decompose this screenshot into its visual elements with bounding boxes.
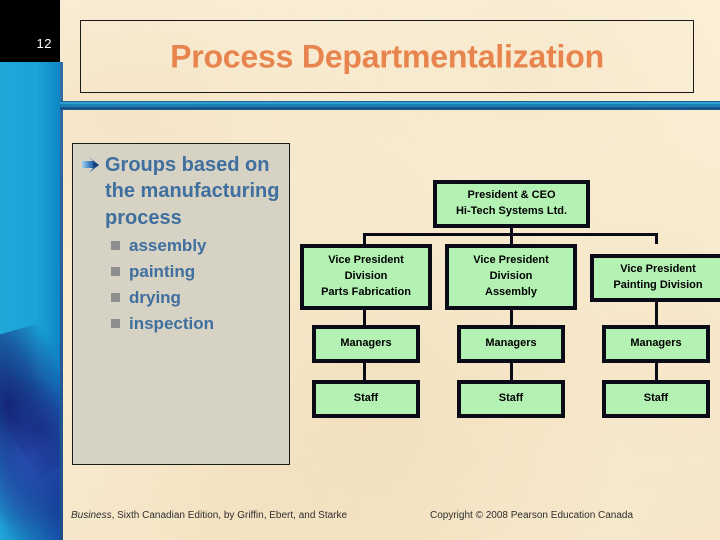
- connector-mgr3-to-staff: [655, 363, 658, 380]
- org-node-vp-parts-fabrication: Vice President Division Parts Fabricatio…: [300, 244, 432, 310]
- square-bullet-icon: [111, 293, 120, 303]
- connector-mgr1-to-staff: [363, 363, 366, 380]
- connector-vp3-drop: [655, 233, 658, 244]
- bullet-list: Groups based on the manufacturing proces…: [81, 152, 285, 341]
- org-node-line: Parts Fabrication: [321, 285, 411, 298]
- org-node-line: Vice President: [473, 254, 549, 267]
- org-node-managers-2: Managers: [457, 325, 565, 363]
- title-frame: Process Departmentalization: [80, 20, 694, 93]
- org-node-line: Painting Division: [613, 279, 703, 291]
- main-bullet-text: Groups based on the manufacturing proces…: [105, 154, 280, 229]
- org-node-line: Managers: [485, 337, 537, 350]
- connector-vp1-to-mgr: [363, 310, 366, 325]
- list-item: assembly: [111, 237, 285, 254]
- rail-edge-divider: [60, 62, 63, 540]
- sub-bullet-label: drying: [129, 288, 181, 308]
- sub-bullet-label: painting: [129, 262, 196, 282]
- footer-copyright: Copyright © 2008 Pearson Education Canad…: [430, 510, 634, 521]
- connector-vp2-to-mgr: [510, 310, 513, 325]
- connector-vp2-drop: [510, 233, 513, 244]
- list-item: drying: [111, 289, 285, 306]
- org-node-line: Staff: [643, 392, 669, 405]
- org-node-managers-3: Managers: [602, 325, 710, 363]
- list-item: inspection: [111, 315, 285, 332]
- org-node-line: Staff: [353, 392, 379, 405]
- org-node-line: Assembly: [485, 285, 537, 298]
- org-node-line: Managers: [630, 337, 682, 350]
- square-bullet-icon: [111, 267, 120, 277]
- org-node-staff-1: Staff: [312, 380, 420, 418]
- org-chart: President & CEO Hi-Tech Systems Ltd. Vic…: [290, 170, 720, 430]
- org-node-line: Vice President: [328, 254, 404, 267]
- org-node-line: Hi-Tech Systems Ltd.: [455, 205, 568, 217]
- org-node-line: President & CEO: [467, 189, 556, 202]
- decorative-left-rail: [0, 62, 60, 540]
- connector-mgr2-to-staff: [510, 363, 513, 380]
- org-node-line: Division: [344, 270, 388, 283]
- org-node-president: President & CEO Hi-Tech Systems Ltd.: [433, 180, 590, 228]
- main-bullet-item: Groups based on the manufacturing proces…: [81, 152, 285, 231]
- footer-source-title: Business: [71, 510, 112, 521]
- sub-bullet-label: inspection: [129, 314, 215, 334]
- org-node-staff-3: Staff: [602, 380, 710, 418]
- square-bullet-icon: [111, 319, 120, 329]
- sub-bullet-label: assembly: [129, 236, 207, 256]
- square-bullet-icon: [111, 241, 120, 251]
- org-node-line: Vice President: [620, 263, 696, 276]
- connector-vp3-to-mgr: [655, 302, 658, 325]
- content-panel: Groups based on the manufacturing proces…: [72, 143, 290, 465]
- org-node-line: Division: [489, 270, 533, 283]
- org-node-staff-2: Staff: [457, 380, 565, 418]
- footer-source-rest: , Sixth Canadian Edition, by Griffin, Eb…: [111, 510, 348, 521]
- sub-bullet-list: assembly painting drying inspection: [111, 237, 285, 332]
- list-item: painting: [111, 263, 285, 280]
- arrow-bullet-icon: [81, 152, 103, 180]
- slide-number-block: [0, 0, 60, 62]
- connector-vp1-drop: [363, 233, 366, 244]
- title-divider: [60, 101, 720, 110]
- page-title: Process Departmentalization: [170, 38, 604, 74]
- org-node-line: Managers: [340, 337, 392, 350]
- slide-canvas: 12 Process Departmentalization Groups ba…: [0, 0, 720, 540]
- org-node-vp-assembly: Vice President Division Assembly: [445, 244, 577, 310]
- org-node-managers-1: Managers: [312, 325, 420, 363]
- org-node-line: Staff: [498, 392, 524, 405]
- org-node-vp-painting: Vice President Painting Division: [590, 254, 720, 302]
- slide-number: 12: [36, 36, 52, 51]
- footer-source: Business, Sixth Canadian Edition, by Gri…: [71, 510, 347, 521]
